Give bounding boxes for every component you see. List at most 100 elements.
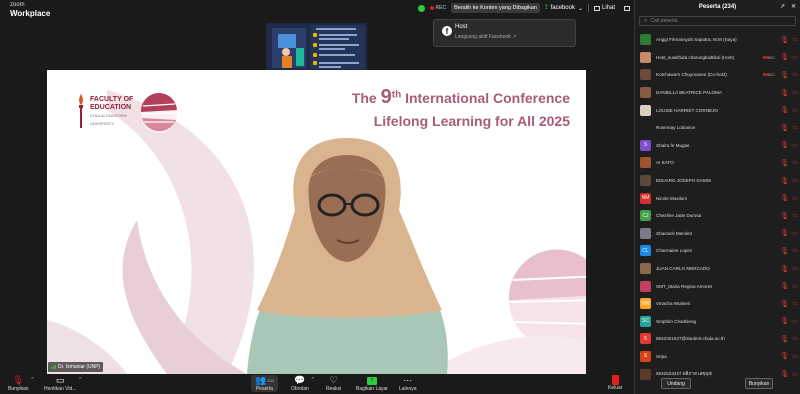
meeting-controls: 🎙 Bunyikan ^ ▭ Hentikan Vid... ^ 👥 234 Pe…	[0, 374, 634, 394]
video-off-icon[interactable]: ▭	[792, 89, 798, 96]
unmute-button[interactable]: 🎙 Bunyikan ^	[8, 375, 34, 392]
participant-row[interactable]: S Shaira fe Mugas 🎙 ▭	[635, 137, 800, 155]
microphone-muted-icon[interactable]: 🎙	[780, 53, 789, 61]
heart-icon: ♡	[329, 375, 338, 385]
minimize-window-icon[interactable]	[624, 5, 630, 11]
participant-avatar	[640, 175, 651, 187]
speaker-video[interactable]: FACULTY OF EDUCATION CHULALONGKORN UNIVE…	[47, 70, 586, 374]
participant-search[interactable]: ⌕	[639, 16, 796, 26]
video-off-icon[interactable]: ▭	[792, 177, 798, 184]
switch-to-shared-content-button[interactable]: Beralih ke Konten yang Dibagikan	[451, 3, 540, 13]
microphone-muted-icon[interactable]: 🎙	[780, 229, 789, 237]
microphone-muted-icon[interactable]: 🎙	[780, 141, 789, 149]
slide-text-panel	[310, 25, 365, 69]
live-stream-indicator[interactable]: ⟟ facebook ⌄	[545, 4, 583, 12]
microphone-muted-icon[interactable]: 🎙	[780, 36, 789, 44]
participant-row[interactable]: S Sripa 🎙 ▭	[635, 348, 800, 366]
participant-avatar	[640, 51, 651, 63]
host-live-popup[interactable]: f Host Langsung aktif Facebook ↗	[433, 19, 576, 47]
participant-row[interactable]: CL Charmaine Lopez 🎙 ▭	[635, 242, 800, 260]
search-input[interactable]	[650, 18, 781, 24]
microphone-muted-icon[interactable]: 🎙	[780, 212, 789, 220]
video-off-icon[interactable]: ▭	[792, 230, 798, 237]
stop-video-button[interactable]: ▭ Hentikan Vid... ^	[44, 375, 81, 392]
microphone-muted-icon[interactable]: 🎙	[780, 194, 789, 202]
participant-avatar	[640, 87, 651, 99]
microphone-muted-icon[interactable]: 🎙	[780, 335, 789, 343]
chevron-up-icon[interactable]: ^	[311, 377, 313, 383]
chat-button[interactable]: 💬 Obrolan ^	[291, 375, 314, 392]
participant-row[interactable]: LOUISE HARRIET CORNEJO 🎙 ▭	[635, 101, 800, 119]
search-icon: ⌕	[644, 17, 648, 24]
close-icon[interactable]: ✕	[791, 3, 796, 10]
participants-panel-header: Peserta (234) ↗ ✕	[698, 3, 796, 10]
video-off-icon[interactable]: ▭	[792, 142, 798, 149]
microphone-muted-icon[interactable]: 🎙	[780, 89, 789, 97]
video-off-icon[interactable]: ▭	[792, 124, 798, 131]
invite-button[interactable]: Undang	[661, 378, 691, 389]
video-off-icon[interactable]: ▭	[792, 335, 798, 342]
video-off-icon[interactable]: ▭	[792, 318, 798, 325]
video-off-icon[interactable]: ▭	[792, 300, 798, 307]
participant-row[interactable]: Anggi Firmansyah Saputra, M.M (Saya) 🎙 ▭	[635, 31, 800, 49]
microphone-muted-icon[interactable]: 🎙	[780, 265, 789, 273]
participants-panel: Peserta (234) ↗ ✕ ⌕ Anggi Firmansyah Sap…	[634, 0, 800, 394]
participant-avatar	[640, 280, 651, 292]
video-off-icon[interactable]: ▭	[792, 353, 798, 360]
participant-row[interactable]: DANIELLA BEATRICE PALOMA 🎙 ▭	[635, 84, 800, 102]
video-off-icon[interactable]: ▭	[792, 54, 798, 61]
participant-avatar: NM	[640, 192, 651, 204]
microphone-muted-icon[interactable]: 🎙	[780, 177, 789, 185]
recording-indicator[interactable]: REC	[429, 5, 446, 11]
unmute-all-button[interactable]: Bunyikan	[745, 378, 773, 389]
shared-screen-thumbnail[interactable]	[266, 23, 367, 70]
chevron-up-icon[interactable]: ^	[79, 377, 81, 383]
microphone-muted-icon[interactable]: 🎙	[780, 300, 789, 308]
chat-bubble-icon: 💬	[294, 375, 306, 385]
encryption-shield-icon[interactable]	[417, 4, 425, 12]
more-button[interactable]: ⋯ Lainnya	[399, 375, 417, 392]
participant-row[interactable]: VW Vinacha Wutisen 🎙 ▭	[635, 295, 800, 313]
participant-row[interactable]: SMT_Maria Regina Amores 🎙 ▭	[635, 277, 800, 295]
microphone-muted-icon[interactable]: 🎙	[780, 159, 789, 167]
participant-row[interactable]: AI KATO 🎙 ▭	[635, 154, 800, 172]
participant-row[interactable]: Kotchaworn Chuymanee (Co-host) REC 🎙 ▭	[635, 66, 800, 84]
share-screen-button[interactable]: ↑ Bagikan Layar	[356, 375, 388, 392]
leave-button[interactable]: Keluar	[608, 375, 622, 391]
participant-row[interactable]: CJ Chezline Jade Durosa 🎙 ▭	[635, 207, 800, 225]
reactions-button[interactable]: ♡ Reaksi	[326, 375, 341, 392]
video-off-icon[interactable]: ▭	[792, 265, 798, 272]
microphone-muted-icon[interactable]: 🎙	[780, 352, 789, 360]
microphone-muted-icon[interactable]: 🎙	[780, 317, 789, 325]
video-off-icon[interactable]: ▭	[792, 71, 798, 78]
participant-row[interactable]: EDUARD JOSEPH GAMIS 🎙 ▭	[635, 172, 800, 190]
pop-out-icon[interactable]: ↗	[780, 3, 785, 10]
participant-row[interactable]: NM Nicole Maxilum 🎙 ▭	[635, 189, 800, 207]
video-off-icon[interactable]: ▭	[792, 247, 798, 254]
video-off-icon[interactable]: ▭	[792, 212, 798, 219]
video-off-icon[interactable]: ▭	[792, 107, 798, 114]
video-off-icon[interactable]: ▭	[792, 36, 798, 43]
microphone-muted-icon[interactable]: 🎙	[780, 71, 789, 79]
microphone-muted-icon[interactable]: 🎙	[780, 124, 789, 132]
view-button[interactable]: Lihat	[593, 5, 615, 11]
participants-button[interactable]: 👥 234 Peserta	[251, 375, 278, 392]
participant-row[interactable]: 6 6842301627@student.chula.ac.th 🎙 ▭	[635, 330, 800, 348]
video-off-icon[interactable]: ▭	[792, 195, 798, 202]
microphone-muted-icon[interactable]: 🎙	[780, 282, 789, 290]
participant-row[interactable]: Shavnick Mendez 🎙 ▭	[635, 225, 800, 243]
participant-name: Shaira fe Mugas	[656, 142, 690, 148]
video-off-icon[interactable]: ▭	[792, 283, 798, 290]
participant-row[interactable]: SC Smphim Chaithieng 🎙 ▭	[635, 313, 800, 331]
participant-row[interactable]: Rosemay Lodovice 🎙 ▭	[635, 119, 800, 137]
microphone-muted-icon[interactable]: 🎙	[780, 247, 789, 255]
participant-row[interactable]: Host_suwithida charungkaittikul (Host) RE…	[635, 49, 800, 67]
record-dot-icon	[762, 55, 766, 59]
video-off-icon[interactable]: ▭	[792, 159, 798, 166]
microphone-muted-icon[interactable]: 🎙	[780, 106, 789, 114]
chevron-up-icon[interactable]: ^	[31, 377, 33, 383]
participant-name: LOUISE HARRIET CORNEJO	[656, 107, 718, 113]
participant-row[interactable]: JUAN CARLO MERCADO 🎙 ▭	[635, 260, 800, 278]
meeting-stage: zoom Workplace REC Beralih ke Konten yan…	[0, 0, 634, 394]
live-on-facebook-text[interactable]: Langsung aktif Facebook ↗	[455, 34, 516, 40]
